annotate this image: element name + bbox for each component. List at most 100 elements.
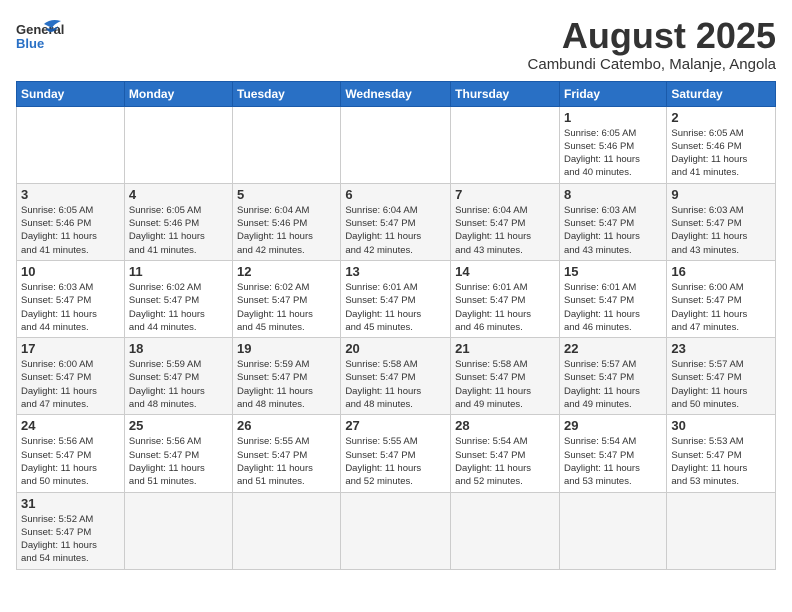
calendar-week-row: 31Sunrise: 5:52 AM Sunset: 5:47 PM Dayli… bbox=[17, 492, 776, 569]
calendar-cell: 3Sunrise: 6:05 AM Sunset: 5:46 PM Daylig… bbox=[17, 183, 125, 260]
day-info: Sunrise: 6:01 AM Sunset: 5:47 PM Dayligh… bbox=[564, 281, 662, 334]
day-number: 4 bbox=[129, 187, 228, 202]
calendar-cell: 1 Sunrise: 6:05 AM Sunset: 5:46 PM Daylig… bbox=[559, 106, 666, 183]
location-subtitle: Cambundi Catembo, Malanje, Angola bbox=[528, 56, 776, 73]
day-number: 16 bbox=[671, 264, 771, 279]
day-info: Sunrise: 5:54 AM Sunset: 5:47 PM Dayligh… bbox=[455, 435, 555, 488]
calendar-cell: 22 Sunrise: 5:57 AM Sunset: 5:47 PM Dayli… bbox=[559, 338, 666, 415]
day-info: Sunrise: 5:59 AM Sunset: 5:47 PM Dayligh… bbox=[129, 358, 228, 411]
day-number: 10 bbox=[21, 264, 120, 279]
day-number: 8 bbox=[564, 187, 662, 202]
day-info: Sunrise: 6:05 AM Sunset: 5:46 PM Dayligh… bbox=[671, 127, 771, 180]
day-info: Sunrise: 6:04 AM Sunset: 5:47 PM Dayligh… bbox=[345, 204, 446, 257]
svg-text:General: General bbox=[16, 22, 64, 37]
calendar-cell: 8 Sunrise: 6:03 AM Sunset: 5:47 PM Daylig… bbox=[559, 183, 666, 260]
calendar-cell: 29 Sunrise: 5:54 AM Sunset: 5:47 PM Dayli… bbox=[559, 415, 666, 492]
day-info: Sunrise: 6:03 AM Sunset: 5:47 PM Dayligh… bbox=[21, 281, 120, 334]
day-header-friday: Friday bbox=[559, 81, 666, 106]
day-info: Sunrise: 6:04 AM Sunset: 5:46 PM Dayligh… bbox=[237, 204, 336, 257]
day-number: 24 bbox=[21, 418, 120, 433]
calendar-header-row: SundayMondayTuesdayWednesdayThursdayFrid… bbox=[17, 81, 776, 106]
calendar-cell: 21 Sunrise: 5:58 AM Sunset: 5:47 PM Dayli… bbox=[451, 338, 560, 415]
day-info: Sunrise: 5:54 AM Sunset: 5:47 PM Dayligh… bbox=[564, 435, 662, 488]
day-info: Sunrise: 6:01 AM Sunset: 5:47 PM Dayligh… bbox=[345, 281, 446, 334]
calendar-cell: 20Sunrise: 5:58 AM Sunset: 5:47 PM Dayli… bbox=[341, 338, 451, 415]
day-number: 23 bbox=[671, 341, 771, 356]
calendar-cell: 16Sunrise: 6:00 AM Sunset: 5:47 PM Dayli… bbox=[667, 260, 776, 337]
day-number: 13 bbox=[345, 264, 446, 279]
calendar-cell: 11Sunrise: 6:02 AM Sunset: 5:47 PM Dayli… bbox=[124, 260, 232, 337]
calendar-cell: 30Sunrise: 5:53 AM Sunset: 5:47 PM Dayli… bbox=[667, 415, 776, 492]
day-number: 30 bbox=[671, 418, 771, 433]
calendar-cell bbox=[559, 492, 666, 569]
calendar-cell: 13 Sunrise: 6:01 AM Sunset: 5:47 PM Dayli… bbox=[341, 260, 451, 337]
calendar-cell: 9Sunrise: 6:03 AM Sunset: 5:47 PM Daylig… bbox=[667, 183, 776, 260]
day-info: Sunrise: 6:03 AM Sunset: 5:47 PM Dayligh… bbox=[671, 204, 771, 257]
calendar-cell bbox=[124, 106, 232, 183]
day-header-monday: Monday bbox=[124, 81, 232, 106]
day-info: Sunrise: 6:03 AM Sunset: 5:47 PM Dayligh… bbox=[564, 204, 662, 257]
calendar-cell bbox=[17, 106, 125, 183]
day-info: Sunrise: 5:58 AM Sunset: 5:47 PM Dayligh… bbox=[345, 358, 446, 411]
calendar-cell: 17 Sunrise: 6:00 AM Sunset: 5:47 PM Dayli… bbox=[17, 338, 125, 415]
day-info: Sunrise: 6:05 AM Sunset: 5:46 PM Dayligh… bbox=[21, 204, 120, 257]
calendar-cell: 5Sunrise: 6:04 AM Sunset: 5:46 PM Daylig… bbox=[233, 183, 341, 260]
day-number: 12 bbox=[237, 264, 336, 279]
day-header-wednesday: Wednesday bbox=[341, 81, 451, 106]
day-number: 14 bbox=[455, 264, 555, 279]
day-info: Sunrise: 5:55 AM Sunset: 5:47 PM Dayligh… bbox=[237, 435, 336, 488]
day-info: Sunrise: 6:04 AM Sunset: 5:47 PM Dayligh… bbox=[455, 204, 555, 257]
logo-icon: General Blue bbox=[16, 16, 66, 60]
day-header-saturday: Saturday bbox=[667, 81, 776, 106]
calendar-cell: 27Sunrise: 5:55 AM Sunset: 5:47 PM Dayli… bbox=[341, 415, 451, 492]
logo: General Blue bbox=[16, 16, 66, 60]
calendar-cell bbox=[451, 492, 560, 569]
day-info: Sunrise: 6:00 AM Sunset: 5:47 PM Dayligh… bbox=[21, 358, 120, 411]
calendar-cell: 24Sunrise: 5:56 AM Sunset: 5:47 PM Dayli… bbox=[17, 415, 125, 492]
day-number: 26 bbox=[237, 418, 336, 433]
day-number: 29 bbox=[564, 418, 662, 433]
calendar-cell: 28Sunrise: 5:54 AM Sunset: 5:47 PM Dayli… bbox=[451, 415, 560, 492]
day-info: Sunrise: 6:02 AM Sunset: 5:47 PM Dayligh… bbox=[237, 281, 336, 334]
calendar-cell bbox=[667, 492, 776, 569]
calendar-cell: 18Sunrise: 5:59 AM Sunset: 5:47 PM Dayli… bbox=[124, 338, 232, 415]
day-info: Sunrise: 6:05 AM Sunset: 5:46 PM Dayligh… bbox=[564, 127, 662, 180]
day-number: 22 bbox=[564, 341, 662, 356]
day-number: 1 bbox=[564, 110, 662, 125]
calendar-cell: 19Sunrise: 5:59 AM Sunset: 5:47 PM Dayli… bbox=[233, 338, 341, 415]
day-info: Sunrise: 5:59 AM Sunset: 5:47 PM Dayligh… bbox=[237, 358, 336, 411]
day-header-tuesday: Tuesday bbox=[233, 81, 341, 106]
calendar-cell: 31Sunrise: 5:52 AM Sunset: 5:47 PM Dayli… bbox=[17, 492, 125, 569]
calendar-week-row: 24 Sunrise: 5:56 AM Sunset: 5:47 PM Dayli… bbox=[17, 415, 776, 492]
day-number: 15 bbox=[564, 264, 662, 279]
calendar-week-row: 10 Sunrise: 6:03 AM Sunset: 5:47 PM Dayli… bbox=[17, 260, 776, 337]
day-info: Sunrise: 5:55 AM Sunset: 5:47 PM Dayligh… bbox=[345, 435, 446, 488]
day-info: Sunrise: 5:57 AM Sunset: 5:47 PM Dayligh… bbox=[564, 358, 662, 411]
day-info: Sunrise: 5:57 AM Sunset: 5:47 PM Dayligh… bbox=[671, 358, 771, 411]
calendar-cell: 15 Sunrise: 6:01 AM Sunset: 5:47 PM Dayli… bbox=[559, 260, 666, 337]
month-year-title: August 2025 bbox=[528, 16, 776, 56]
day-number: 21 bbox=[455, 341, 555, 356]
calendar-cell bbox=[341, 106, 451, 183]
calendar-cell bbox=[451, 106, 560, 183]
calendar-cell: 6Sunrise: 6:04 AM Sunset: 5:47 PM Daylig… bbox=[341, 183, 451, 260]
day-number: 17 bbox=[21, 341, 120, 356]
calendar-cell: 26 Sunrise: 5:55 AM Sunset: 5:47 PM Dayli… bbox=[233, 415, 341, 492]
day-number: 7 bbox=[455, 187, 555, 202]
calendar-cell: 10 Sunrise: 6:03 AM Sunset: 5:47 PM Dayli… bbox=[17, 260, 125, 337]
day-number: 11 bbox=[129, 264, 228, 279]
calendar-week-row: 3Sunrise: 6:05 AM Sunset: 5:46 PM Daylig… bbox=[17, 183, 776, 260]
day-number: 25 bbox=[129, 418, 228, 433]
day-info: Sunrise: 6:05 AM Sunset: 5:46 PM Dayligh… bbox=[129, 204, 228, 257]
calendar-week-row: 17 Sunrise: 6:00 AM Sunset: 5:47 PM Dayli… bbox=[17, 338, 776, 415]
page-header: General Blue August 2025 Cambundi Catemb… bbox=[16, 16, 776, 73]
calendar-cell: 25 Sunrise: 5:56 AM Sunset: 5:47 PM Dayli… bbox=[124, 415, 232, 492]
calendar-cell bbox=[341, 492, 451, 569]
day-number: 2 bbox=[671, 110, 771, 125]
day-header-thursday: Thursday bbox=[451, 81, 560, 106]
calendar-cell bbox=[233, 106, 341, 183]
day-info: Sunrise: 5:58 AM Sunset: 5:47 PM Dayligh… bbox=[455, 358, 555, 411]
day-info: Sunrise: 5:56 AM Sunset: 5:47 PM Dayligh… bbox=[129, 435, 228, 488]
calendar-cell: 7 Sunrise: 6:04 AM Sunset: 5:47 PM Daylig… bbox=[451, 183, 560, 260]
day-info: Sunrise: 5:52 AM Sunset: 5:47 PM Dayligh… bbox=[21, 513, 120, 566]
